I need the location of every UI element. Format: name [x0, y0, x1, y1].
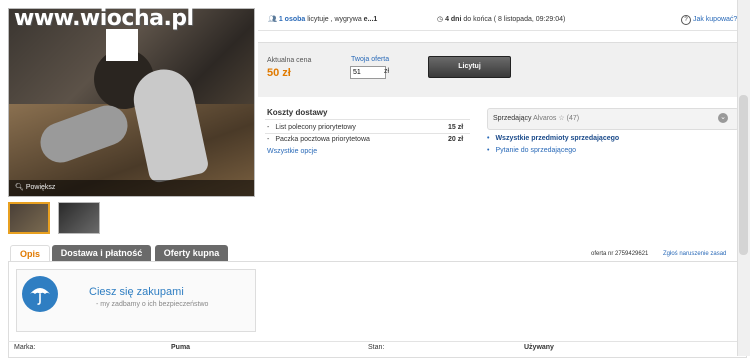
bidders-info: 👥︎ 1 osoba licytuje , wygrywa e...1 [268, 15, 377, 23]
report-link[interactable]: Zgłoś naruszenie zasad [663, 251, 726, 257]
users-icon: 👥︎ [268, 16, 277, 23]
scrollbar-thumb[interactable] [739, 95, 748, 255]
zoom-button[interactable]: 🔍︎ Powiększ [9, 180, 254, 196]
divider [8, 341, 737, 342]
shipping-item-price: 15 zł [448, 124, 464, 131]
seller-rating: (47) [566, 115, 580, 122]
param-value: Puma [171, 344, 191, 351]
bidders-count-link[interactable]: 1 osoba [279, 16, 305, 23]
safe-subtitle-text: my zadbamy o ich bezpieczeństwo [100, 301, 209, 308]
bid-button[interactable]: Licytuj [428, 56, 511, 78]
timer-remaining: 4 dni [445, 16, 462, 23]
bidders-text: licytuje , wygrywa [307, 16, 362, 23]
thumbnail-2[interactable] [58, 202, 100, 234]
tab-shipping-payment[interactable]: Dostawa i płatność [52, 245, 151, 261]
bid-input[interactable] [350, 66, 386, 79]
bid-label[interactable]: Twoja oferta [351, 56, 389, 63]
zoom-label: Powiększ [25, 184, 56, 191]
help-link[interactable]: Jak kupować? [693, 16, 737, 23]
param-label: Stan: [368, 344, 385, 351]
magnifier-icon: 🔍︎ [15, 184, 24, 191]
tab-description[interactable]: Opis [10, 245, 50, 262]
bid-currency: zł [384, 68, 390, 75]
seller-all-items-link[interactable]: Wszystkie przedmioty sprzedającego [487, 135, 619, 142]
help-link-wrap[interactable]: ? Jak kupować? [681, 15, 737, 25]
safe-subtitle: - my zadbamy o ich bezpieczeństwo [96, 301, 209, 308]
offer-number: oferta nr 2759429621 [591, 251, 649, 257]
seller-header: Sprzedający Alvaros ☆ (47) [493, 114, 579, 122]
seller-label: Sprzedający [493, 115, 532, 122]
timer: ◷ 4 dni do końca ( 8 listopada, 09:29:04… [437, 15, 565, 23]
divider [265, 133, 470, 134]
clock-icon: ◷ [437, 16, 444, 23]
price-value: 50 zł [267, 67, 291, 79]
thumbnail-1[interactable] [8, 202, 50, 234]
divider [265, 119, 470, 120]
shipping-title: Koszty dostawy [267, 108, 328, 117]
shipping-item-name: List polecony priorytetowy [267, 124, 356, 131]
star-icon: ☆ [558, 115, 565, 122]
chevron-down-icon[interactable]: ⌄ [718, 113, 728, 123]
main-photo[interactable]: 🔍︎ Powiększ [8, 8, 255, 197]
param-value: Używany [524, 344, 554, 351]
shipping-item-price: 20 zł [448, 136, 464, 143]
photo-censor-block [106, 29, 138, 61]
shipping-item-name: Paczka pocztowa priorytetowa [267, 136, 370, 143]
watermark: www.wiocha.pl [14, 6, 194, 31]
winner-name: e...1 [363, 16, 378, 23]
shipping-all-options-link[interactable]: Wszystkie opcje [267, 148, 317, 155]
question-icon: ? [681, 15, 691, 25]
seller-question-link[interactable]: Pytanie do sprzedającego [487, 147, 576, 154]
param-label: Marka: [14, 344, 36, 351]
timer-text: do końca ( 8 listopada, 09:29:04) [463, 16, 566, 23]
umbrella-icon [22, 276, 58, 312]
seller-name[interactable]: Alvaros [533, 115, 556, 122]
divider [258, 30, 737, 31]
tab-purchase-offers[interactable]: Oferty kupna [155, 245, 228, 261]
price-label: Aktualna cena [267, 57, 312, 64]
safe-title: Ciesz się zakupami [89, 286, 184, 298]
